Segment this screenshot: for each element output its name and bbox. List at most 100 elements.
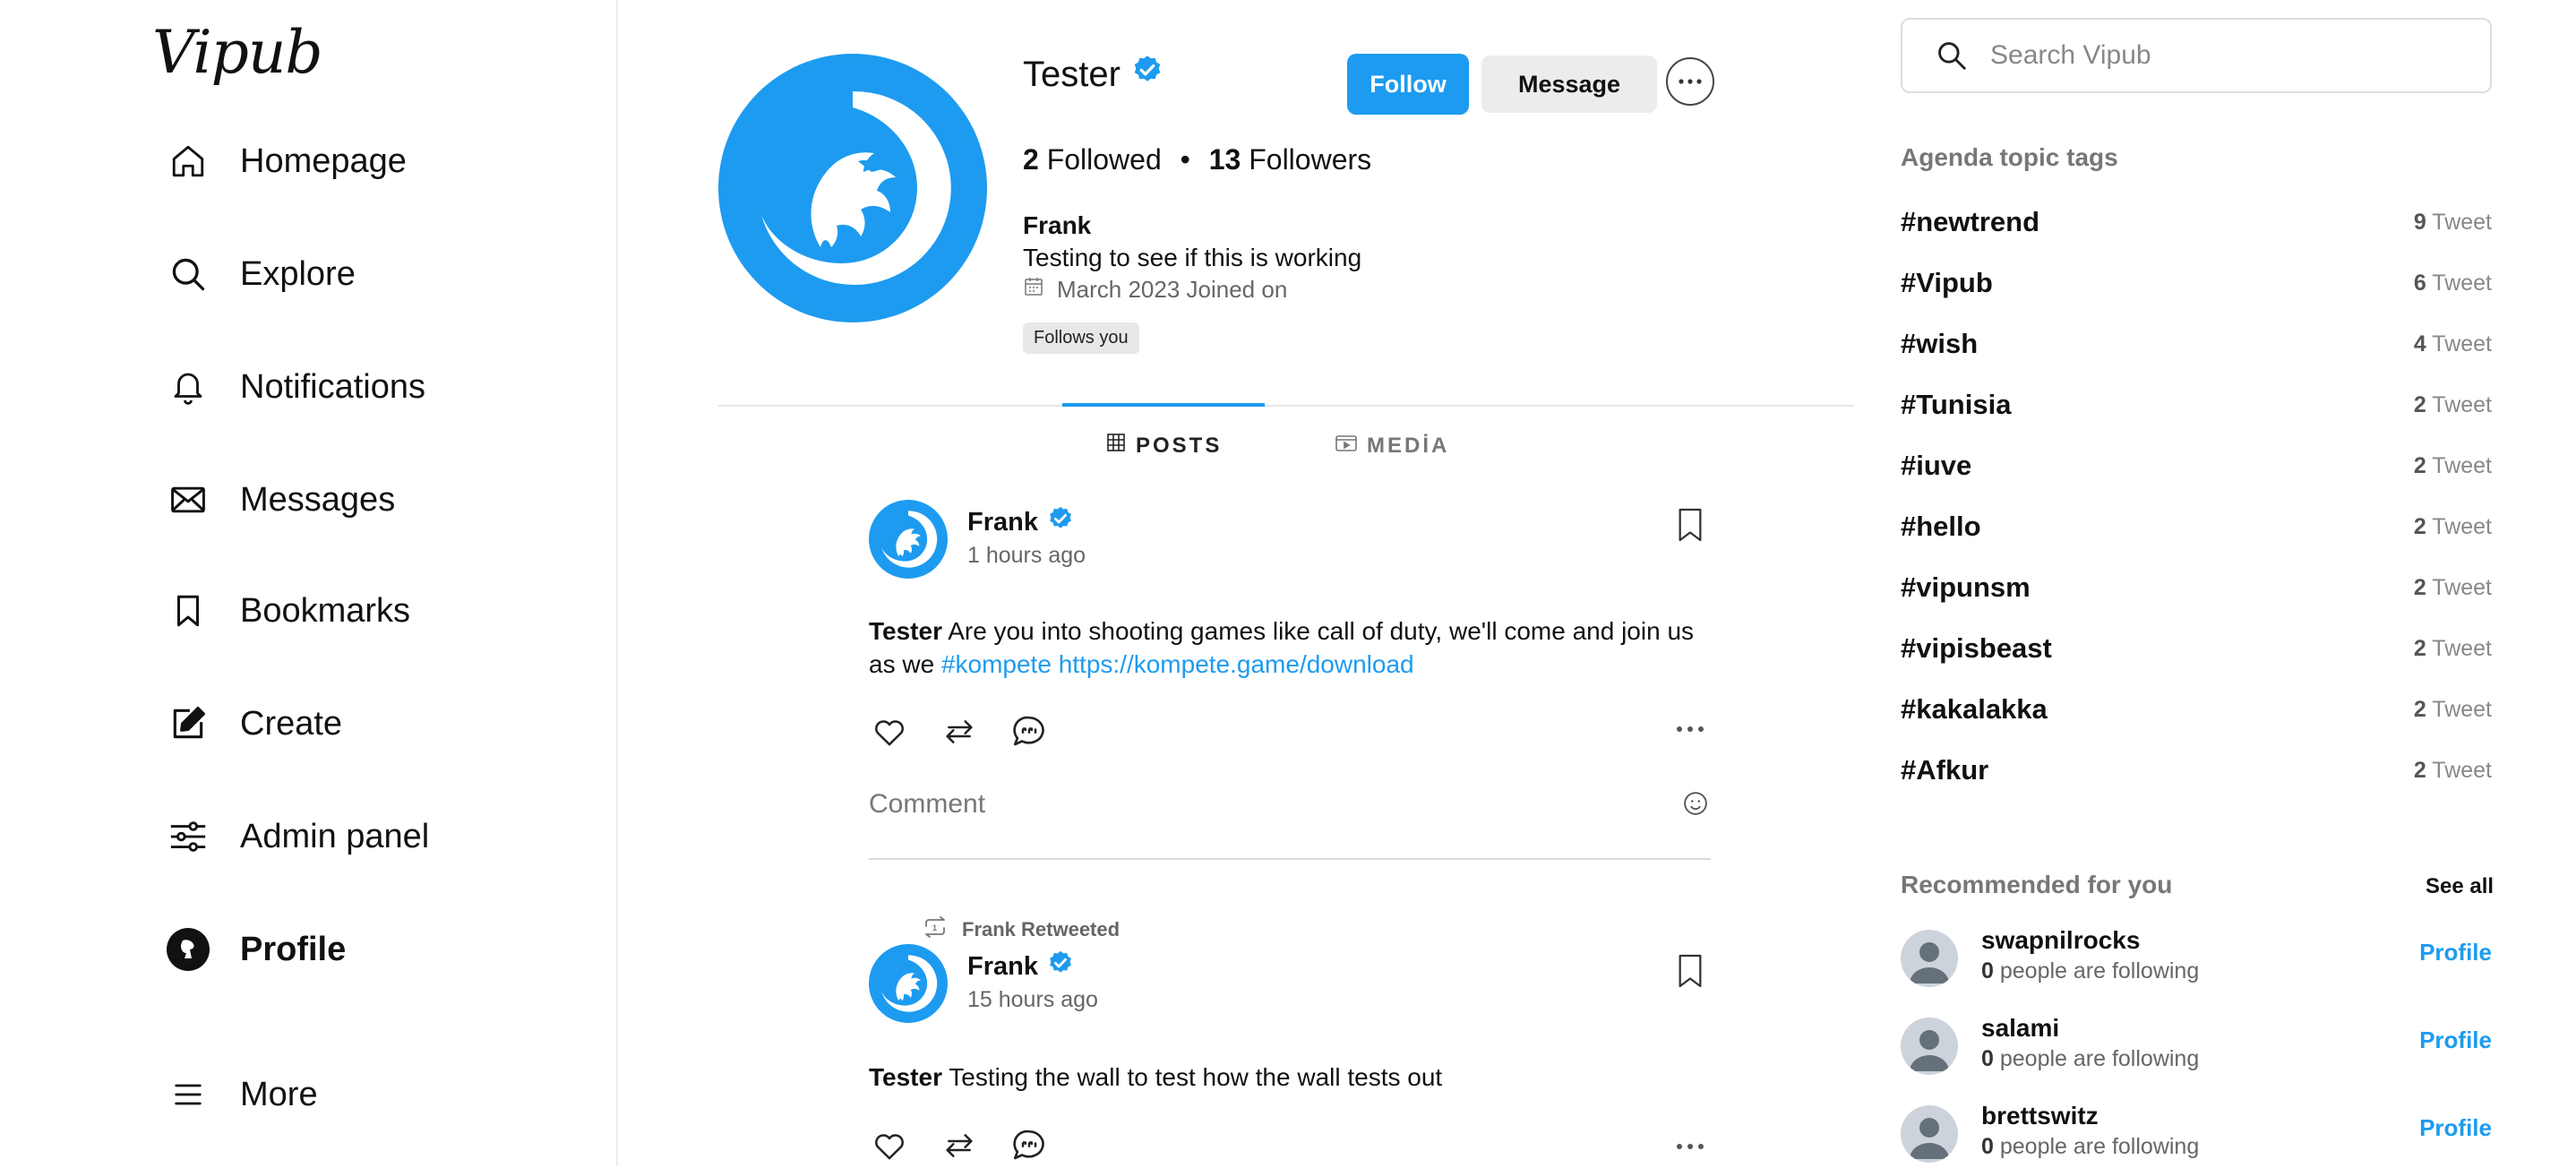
active-tab-indicator [1062, 403, 1265, 407]
message-button[interactable]: Message [1481, 56, 1657, 113]
post-author[interactable]: Frank [967, 505, 1074, 539]
retweeted-by-text[interactable]: Frank Retweeted [962, 918, 1120, 941]
tag-row[interactable]: #Tunisia 2 Tweet [1901, 389, 2492, 425]
post-text-author[interactable]: Tester [869, 617, 942, 645]
nav-item-create[interactable]: Create [167, 697, 342, 751]
search-icon [167, 253, 210, 296]
tag-name[interactable]: #wish [1901, 328, 1978, 360]
svg-text:1: 1 [932, 923, 937, 932]
like-heart-icon[interactable] [869, 711, 910, 752]
view-profile-link[interactable]: Profile [2419, 939, 2492, 966]
post-actions [869, 1125, 1078, 1166]
follow-button[interactable]: Follow [1347, 54, 1469, 115]
tag-count: 2 Tweet [2414, 697, 2492, 723]
tag-name[interactable]: #vipunsm [1901, 571, 2031, 604]
header-divider [718, 405, 1854, 407]
follower-suffix: people are following [1999, 958, 2200, 983]
menu-icon [167, 1073, 210, 1116]
post-more-button[interactable] [1675, 722, 1705, 738]
post-author-avatar[interactable] [869, 500, 948, 579]
tag-name[interactable]: #Afkur [1901, 754, 1988, 786]
like-heart-icon[interactable] [869, 1125, 910, 1166]
default-avatar-icon[interactable] [1901, 1105, 1958, 1163]
app-logo[interactable]: Vipub [152, 18, 323, 87]
view-profile-link[interactable]: Profile [2419, 1114, 2492, 1142]
post-more-button[interactable] [1675, 1139, 1705, 1155]
followed-label[interactable]: Followed [1047, 143, 1162, 176]
search-box[interactable] [1901, 18, 2492, 93]
tag-row[interactable]: #hello 2 Tweet [1901, 511, 2492, 546]
tab-label: MEDİA [1367, 433, 1450, 458]
retweet-icon[interactable] [939, 711, 980, 752]
post-author[interactable]: Frank [967, 949, 1074, 983]
sliders-icon [167, 815, 210, 858]
nav-item-explore[interactable]: Explore [167, 247, 356, 301]
bookmark-icon[interactable] [1675, 953, 1705, 993]
nav-item-admin-panel[interactable]: Admin panel [167, 810, 429, 863]
tag-count-word: Tweet [2432, 697, 2492, 722]
tag-name[interactable]: #Vipub [1901, 267, 1993, 299]
comment-bubble-icon[interactable] [1009, 1125, 1050, 1166]
tag-row[interactable]: #kakalakka 2 Tweet [1901, 693, 2492, 729]
bookmark-icon[interactable] [1675, 507, 1705, 547]
tag-row[interactable]: #wish 4 Tweet [1901, 328, 2492, 364]
tag-count-word: Tweet [2432, 453, 2492, 478]
calendar-icon [1023, 276, 1044, 304]
tag-count: 2 Tweet [2414, 392, 2492, 418]
profile-name: Tester [1023, 54, 1163, 95]
default-avatar-icon[interactable] [1901, 930, 1958, 987]
post-author-avatar[interactable] [869, 944, 948, 1023]
followers-label[interactable]: Followers [1249, 143, 1371, 176]
tab-media[interactable]: MEDİA [1335, 432, 1449, 459]
retweet-icon: 1 [921, 915, 949, 944]
tag-row[interactable]: #iuve 2 Tweet [1901, 450, 2492, 485]
tag-name[interactable]: #iuve [1901, 450, 1971, 482]
post-hashtag[interactable]: #kompete [941, 650, 1052, 678]
post-card: Frank 1 hours ago Tester Are you into sh… [869, 498, 1711, 874]
tag-name[interactable]: #Tunisia [1901, 389, 2011, 421]
retweet-icon[interactable] [939, 1125, 980, 1166]
search-icon [1935, 39, 1969, 73]
recommended-user-name[interactable]: brettswitz [1981, 1102, 2099, 1130]
more-options-button[interactable] [1666, 57, 1714, 106]
default-avatar-icon[interactable] [1901, 1018, 1958, 1075]
tag-row[interactable]: #newtrend 9 Tweet [1901, 206, 2492, 242]
tab-posts[interactable]: POSTS [1105, 432, 1222, 459]
comment-input[interactable] [869, 785, 1657, 824]
tag-name[interactable]: #vipisbeast [1901, 632, 2052, 665]
tag-name[interactable]: #kakalakka [1901, 693, 2048, 726]
post-actions [869, 711, 1078, 752]
left-sidebar: Vipub Homepage Explore Notifications Mes… [0, 0, 618, 1166]
nav-item-profile[interactable]: Profile [167, 923, 346, 976]
recommended-user-name[interactable]: salami [1981, 1014, 2059, 1043]
search-input[interactable] [1988, 39, 2458, 72]
tag-name[interactable]: #hello [1901, 511, 1981, 543]
view-profile-link[interactable]: Profile [2419, 1026, 2492, 1054]
recommended-user-name[interactable]: swapnilrocks [1981, 926, 2140, 955]
post-text-author[interactable]: Tester [869, 1063, 942, 1091]
post-author-name: Frank [967, 951, 1038, 981]
tag-row[interactable]: #vipunsm 2 Tweet [1901, 571, 2492, 607]
comment-bubble-icon[interactable] [1009, 711, 1050, 752]
recommended-user: swapnilrocks 0 people are following Prof… [1901, 921, 2492, 992]
nav-item-bookmarks[interactable]: Bookmarks [167, 584, 410, 638]
see-all-link[interactable]: See all [2426, 874, 2494, 899]
nav-item-messages[interactable]: Messages [167, 473, 395, 527]
nav-item-notifications[interactable]: Notifications [167, 360, 425, 414]
nav-label: Messages [240, 480, 396, 519]
nav-item-more[interactable]: More [167, 1068, 318, 1121]
nav-item-homepage[interactable]: Homepage [167, 134, 407, 188]
tag-name[interactable]: #newtrend [1901, 206, 2039, 238]
post-link[interactable]: https://kompete.game/download [1059, 650, 1414, 678]
profile-name-text: Tester [1023, 54, 1121, 94]
tag-row[interactable]: #vipisbeast 2 Tweet [1901, 632, 2492, 668]
tag-row[interactable]: #Vipub 6 Tweet [1901, 267, 2492, 303]
emoji-icon[interactable] [1682, 790, 1709, 821]
tag-count-number: 2 [2413, 453, 2426, 478]
tag-row[interactable]: #Afkur 2 Tweet [1901, 754, 2492, 790]
profile-bio: Testing to see if this is working [1023, 244, 1362, 271]
profile-avatar[interactable] [718, 54, 987, 322]
tag-count-number: 2 [2413, 392, 2426, 417]
verified-badge-icon [1047, 505, 1074, 539]
profile-display-name: Frank [1023, 211, 1092, 239]
